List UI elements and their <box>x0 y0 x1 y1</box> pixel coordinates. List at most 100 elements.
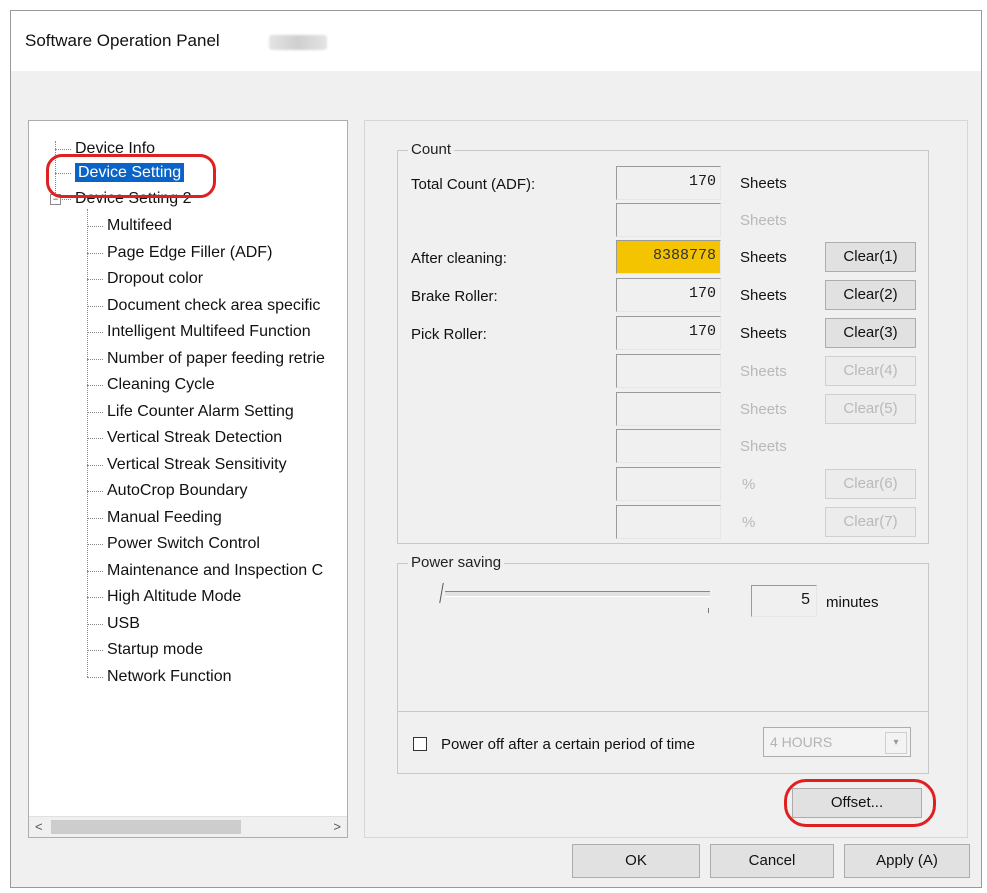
slider-tick <box>708 608 709 613</box>
clear-counter-button[interactable]: Clear(2) <box>825 280 916 310</box>
clear-counter-button[interactable]: Clear(6) <box>825 469 916 499</box>
annotation-circle-offset <box>784 779 936 827</box>
tree-item[interactable]: Startup mode <box>107 640 203 660</box>
cancel-button-label: Cancel <box>748 852 796 869</box>
chevron-down-icon[interactable]: ▾ <box>885 732 907 754</box>
tree-item[interactable]: High Altitude Mode <box>107 587 241 607</box>
tree-item-label: High Altitude Mode <box>107 588 242 605</box>
count-value-field <box>616 505 721 539</box>
clear-button-label: Clear(1) <box>843 248 898 265</box>
tree-item-label: Network Function <box>107 667 232 685</box>
tree-connector-line <box>87 438 103 439</box>
count-unit-label: Sheets <box>740 249 787 266</box>
tree-connector-line <box>87 491 103 492</box>
tree-connector-line <box>87 650 103 651</box>
clear-counter-button[interactable]: Clear(7) <box>825 507 916 537</box>
window-title: Software Operation Panel <box>25 31 220 50</box>
scroll-left-arrow-icon[interactable]: < <box>35 819 43 834</box>
scroll-right-arrow-icon[interactable]: > <box>333 819 341 834</box>
ok-button-label: OK <box>625 852 647 869</box>
tree-item[interactable]: Cleaning Cycle <box>107 375 215 395</box>
tree-item[interactable]: Page Edge Filler (ADF) <box>107 243 272 263</box>
apply-button[interactable]: Apply (A) <box>844 844 970 878</box>
tree-item[interactable]: Number of paper feeding retrie <box>107 349 325 369</box>
tree-connector-line <box>87 411 103 413</box>
count-row-label: Brake Roller: <box>411 288 498 305</box>
count-value-field <box>616 392 721 426</box>
count-row-label: After cleaning: <box>411 250 507 267</box>
power-off-checkbox[interactable] <box>413 737 427 751</box>
count-value-field <box>616 354 721 388</box>
clear-button-label: Clear(3) <box>843 324 898 341</box>
tree-item[interactable]: Network Function <box>107 667 232 687</box>
tree-item-label: Life Counter Alarm Setting <box>107 402 294 420</box>
tree-vertical-line <box>87 209 88 677</box>
count-unit-label: Sheets <box>740 325 787 342</box>
tree-item[interactable]: AutoCrop Boundary <box>107 481 248 501</box>
power-off-hours-select[interactable]: 4 HOURS ▾ <box>763 727 911 757</box>
tree-item[interactable]: Manual Feeding <box>107 508 222 528</box>
blurred-model-name <box>269 35 327 50</box>
power-saving-minutes-field[interactable]: 5 <box>751 585 817 617</box>
clear-counter-button[interactable]: Clear(4) <box>825 356 916 386</box>
count-value-field <box>616 467 721 501</box>
tree-item-label: AutoCrop Boundary <box>107 482 248 499</box>
count-value-field: 8388778 <box>616 240 721 274</box>
tree-item-label: Manual Feeding <box>107 508 222 526</box>
count-value-field: 170 <box>616 316 721 350</box>
hours-selected-value: 4 HOURS <box>770 734 833 750</box>
tree-item[interactable]: Dropout color <box>107 269 203 289</box>
tree-item-label: Page Edge Filler (ADF) <box>107 243 273 261</box>
count-unit-label: Sheets <box>740 401 787 418</box>
tree-item-label: Vertical Streak Sensitivity <box>107 455 287 473</box>
tree-connector-line <box>87 464 103 466</box>
tree-item-label: Multifeed <box>107 217 172 234</box>
scroll-thumb[interactable] <box>51 820 241 834</box>
tree-item[interactable]: Life Counter Alarm Setting <box>107 402 294 422</box>
tree-item-label: Document check area specific <box>107 296 321 314</box>
tree-item-label: USB <box>107 614 140 632</box>
tree-connector-line <box>55 149 71 150</box>
count-value-field: 170 <box>616 278 721 312</box>
tree-connector-line <box>87 597 103 598</box>
tree-item[interactable]: USB <box>107 614 140 634</box>
clear-counter-button[interactable]: Clear(5) <box>825 394 916 424</box>
tree-item[interactable]: Multifeed <box>107 216 172 236</box>
clear-counter-button[interactable]: Clear(1) <box>825 242 916 272</box>
clear-counter-button[interactable]: Clear(3) <box>825 318 916 348</box>
tree-connector-line <box>87 332 103 333</box>
tree-item[interactable]: Vertical Streak Sensitivity <box>107 455 287 475</box>
count-unit-label: Sheets <box>740 212 787 229</box>
count-unit-label: % <box>742 514 756 531</box>
tree-connector-line <box>87 517 103 519</box>
tree-horizontal-scrollbar[interactable]: < > <box>29 816 347 837</box>
settings-tree[interactable]: − Device Info Device Setting Device Settin… <box>28 120 348 838</box>
tree-item[interactable]: Vertical Streak Detection <box>107 428 282 448</box>
tree-item[interactable]: Document check area specific <box>107 296 320 316</box>
tree-item[interactable]: Maintenance and Inspection C <box>107 561 323 581</box>
clear-button-label: Clear(5) <box>843 400 898 417</box>
tree-item-label: Vertical Streak Detection <box>107 429 283 446</box>
cancel-button[interactable]: Cancel <box>710 844 834 878</box>
power-saving-slider[interactable] <box>445 591 710 597</box>
tree-connector-line <box>87 544 103 545</box>
tree-item[interactable]: Power Switch Control <box>107 534 260 554</box>
power-off-checkbox-label: Power off after a certain period of time <box>441 736 696 753</box>
tree-item-label: Intelligent Multifeed Function <box>107 323 311 340</box>
clear-button-label: Clear(7) <box>843 513 898 530</box>
count-unit-label: Sheets <box>740 287 787 304</box>
tree-connector-line <box>87 570 103 572</box>
tree-item-label: Maintenance and Inspection C <box>107 561 324 579</box>
count-unit-label: Sheets <box>740 363 787 380</box>
tree-item[interactable]: Intelligent Multifeed Function <box>107 322 311 342</box>
count-unit-label: % <box>742 476 756 493</box>
tree-connector-line <box>87 226 103 227</box>
tree-connector-line <box>87 623 103 625</box>
clear-button-label: Clear(6) <box>843 475 898 492</box>
tree-connector-line <box>87 252 103 254</box>
clear-button-label: Clear(2) <box>843 286 898 303</box>
apply-button-label: Apply (A) <box>876 852 938 869</box>
title-bar: Software Operation Panel <box>11 11 981 71</box>
ok-button[interactable]: OK <box>572 844 700 878</box>
tree-item-label: Dropout color <box>107 270 204 287</box>
